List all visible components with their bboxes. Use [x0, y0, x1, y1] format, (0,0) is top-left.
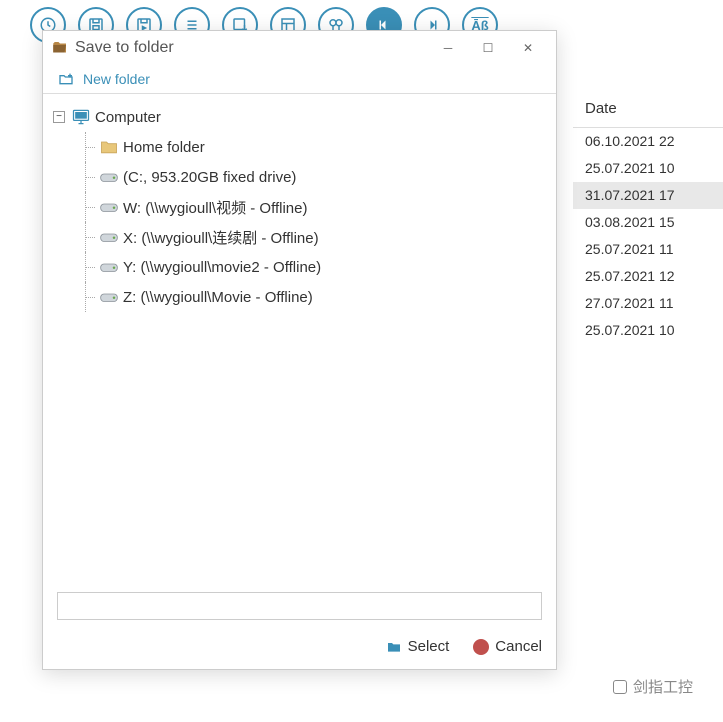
- watermark: 剑指工控: [613, 676, 693, 697]
- folder-tree: − Computer Home folder (C:, 953.20GB fix…: [43, 94, 556, 584]
- drive-icon: [99, 168, 119, 186]
- dialog-button-bar: Select Cancel: [43, 628, 556, 669]
- tree-item[interactable]: Y: (\\wygioull\movie2 - Offline): [53, 252, 546, 282]
- new-folder-button[interactable]: New folder: [43, 65, 556, 94]
- close-button[interactable]: ✕: [508, 33, 548, 63]
- cancel-dot-icon: [473, 639, 489, 655]
- folder-icon: [99, 138, 119, 156]
- list-row[interactable]: 25.07.2021 12: [573, 263, 723, 290]
- tree-item[interactable]: W: (\\wygioull\视频 - Offline): [53, 192, 546, 222]
- tree-item-label: Home folder: [123, 139, 205, 156]
- date-column-header[interactable]: Date: [573, 90, 723, 128]
- dialog-title: Save to folder: [75, 39, 428, 57]
- cancel-label: Cancel: [495, 638, 542, 655]
- collapse-icon[interactable]: −: [53, 111, 65, 123]
- select-label: Select: [408, 638, 450, 655]
- tree-item-label: (C:, 953.20GB fixed drive): [123, 169, 296, 186]
- maximize-button[interactable]: ☐: [468, 33, 508, 63]
- drive-icon: [99, 228, 119, 246]
- tree-item-label: W: (\\wygioull\视频 - Offline): [123, 197, 307, 218]
- wechat-icon: [613, 680, 627, 694]
- tree-item[interactable]: Z: (\\wygioull\Movie - Offline): [53, 282, 546, 312]
- folder-open-icon: [51, 39, 69, 57]
- list-row[interactable]: 06.10.2021 22: [573, 128, 723, 155]
- list-row[interactable]: 25.07.2021 10: [573, 317, 723, 344]
- folder-icon: [386, 639, 402, 655]
- drive-icon: [99, 198, 119, 216]
- list-row[interactable]: 31.07.2021 17: [573, 182, 723, 209]
- save-to-folder-dialog: Save to folder ─ ☐ ✕ New folder − Comput…: [42, 30, 557, 670]
- list-row[interactable]: 03.08.2021 15: [573, 209, 723, 236]
- file-list: Date 06.10.2021 2225.07.2021 1031.07.202…: [573, 90, 723, 344]
- tree-item[interactable]: Home folder: [53, 132, 546, 162]
- tree-item-label: Y: (\\wygioull\movie2 - Offline): [123, 259, 321, 276]
- new-folder-label: New folder: [83, 71, 150, 87]
- tree-item-label: Z: (\\wygioull\Movie - Offline): [123, 289, 313, 306]
- cancel-button[interactable]: Cancel: [473, 638, 542, 655]
- tree-item-label: X: (\\wygioull\连续剧 - Offline): [123, 227, 319, 248]
- tree-root-label: Computer: [95, 109, 161, 126]
- minimize-button[interactable]: ─: [428, 33, 468, 63]
- tree-item[interactable]: (C:, 953.20GB fixed drive): [53, 162, 546, 192]
- list-row[interactable]: 25.07.2021 10: [573, 155, 723, 182]
- drive-icon: [99, 288, 119, 306]
- list-row[interactable]: 27.07.2021 11: [573, 290, 723, 317]
- tree-item[interactable]: X: (\\wygioull\连续剧 - Offline): [53, 222, 546, 252]
- tree-root-computer[interactable]: − Computer: [53, 102, 546, 132]
- list-row[interactable]: 25.07.2021 11: [573, 236, 723, 263]
- dialog-titlebar: Save to folder ─ ☐ ✕: [43, 31, 556, 65]
- path-input[interactable]: [57, 592, 542, 620]
- select-button[interactable]: Select: [386, 638, 450, 655]
- computer-icon: [71, 108, 91, 126]
- new-folder-icon: [57, 71, 75, 87]
- drive-icon: [99, 258, 119, 276]
